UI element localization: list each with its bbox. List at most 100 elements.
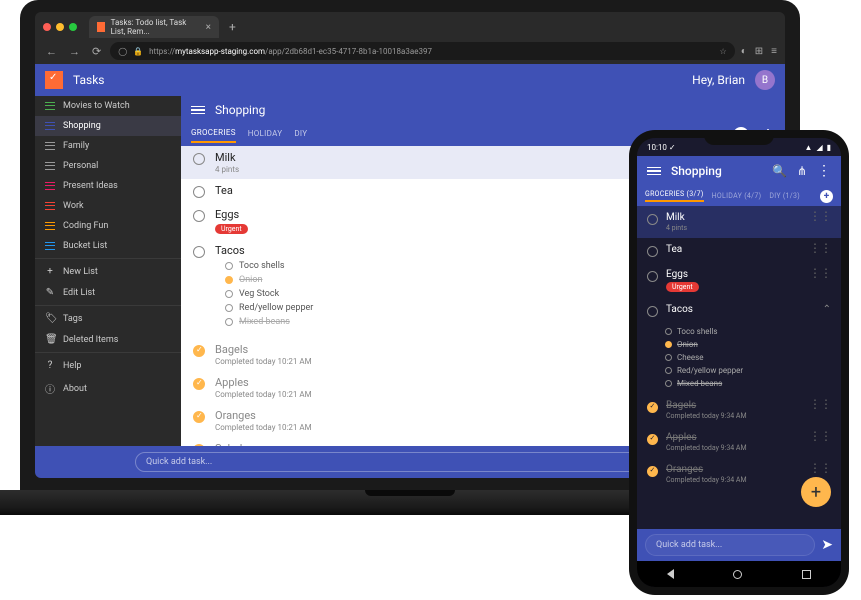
subtask-checkbox[interactable]	[665, 341, 672, 348]
subtask-checkbox[interactable]	[665, 328, 672, 335]
sidebar-action[interactable]: ?Help	[35, 355, 181, 376]
sidebar-item[interactable]: Family	[35, 136, 181, 156]
subtask-checkbox[interactable]	[225, 276, 233, 284]
sidebar-action[interactable]: 🗑Deleted Items	[35, 329, 181, 350]
checkbox[interactable]	[193, 345, 205, 357]
sidebar-item[interactable]: Bucket List	[35, 236, 181, 256]
drag-handle-icon[interactable]: ⋮⋮	[809, 212, 831, 220]
share-icon[interactable]: ⋔	[797, 164, 807, 178]
task-row[interactable]: EggsUrgent⋮⋮	[637, 263, 841, 298]
checkbox[interactable]	[193, 246, 205, 258]
checkbox[interactable]	[647, 214, 658, 225]
category-tab[interactable]: GROCERIES (3/7)	[645, 190, 704, 202]
sidebar-item[interactable]: Personal	[35, 156, 181, 176]
category-tab[interactable]: DIY	[294, 129, 307, 142]
collapse-icon[interactable]: ⌃	[823, 304, 831, 315]
category-tab[interactable]: DIY (1/3)	[769, 192, 800, 200]
new-tab-button[interactable]: +	[225, 20, 240, 34]
nav-recent-icon[interactable]	[802, 570, 811, 579]
subtask-title: Toco shells	[677, 327, 717, 336]
close-tab-icon[interactable]: ×	[206, 22, 211, 33]
subtask-checkbox[interactable]	[225, 304, 233, 312]
hamburger-icon[interactable]	[647, 167, 661, 176]
subtask-checkbox[interactable]	[665, 354, 672, 361]
send-icon[interactable]: ➤	[821, 537, 833, 553]
category-tab[interactable]: HOLIDAY	[248, 129, 283, 142]
phone-screen: 10:10 ✓ ▲ ◢ ▮ Shopping 🔍 ⋔ ⋮ GROCERIES (…	[637, 138, 841, 587]
subtask-row[interactable]: Red/yellow pepper	[665, 364, 841, 377]
checkbox[interactable]	[647, 306, 658, 317]
search-icon[interactable]: 🔍	[772, 164, 787, 178]
quick-add-input[interactable]: Quick add task...	[135, 452, 685, 472]
subtask-checkbox[interactable]	[225, 290, 233, 298]
subtask-checkbox[interactable]	[225, 318, 233, 326]
sidebar-item[interactable]: Present Ideas	[35, 176, 181, 196]
extension-icon[interactable]: ⊞	[755, 46, 763, 57]
hamburger-icon[interactable]	[191, 106, 205, 115]
forward-icon[interactable]: →	[66, 45, 83, 58]
category-tab[interactable]: GROCERIES	[191, 128, 236, 143]
fab-add-button[interactable]: +	[801, 477, 831, 507]
checkbox[interactable]	[647, 246, 658, 257]
sidebar-action[interactable]: +New List	[35, 261, 181, 282]
url-row: ← → ⟳ ◯ 🔒 https://mytasksapp-staging.com…	[35, 38, 785, 64]
drag-handle-icon[interactable]: ⋮⋮	[809, 432, 831, 440]
sidebar-item[interactable]: Coding Fun	[35, 216, 181, 236]
star-icon[interactable]: ☆	[720, 47, 727, 56]
minimize-window-icon[interactable]	[56, 23, 64, 31]
back-icon[interactable]: ←	[43, 45, 60, 58]
subtask-checkbox[interactable]	[665, 367, 672, 374]
tab-title: Tasks: Todo list, Task List, Rem...	[111, 18, 200, 36]
checkbox[interactable]	[193, 444, 205, 446]
checkbox[interactable]	[193, 378, 205, 390]
drag-handle-icon[interactable]: ⋮⋮	[809, 269, 831, 277]
extension-icon[interactable]: ◐	[741, 46, 747, 57]
sidebar-action[interactable]: ✎Edit List	[35, 282, 181, 303]
subtask-checkbox[interactable]	[665, 380, 672, 387]
checkbox[interactable]	[193, 411, 205, 423]
subtask-checkbox[interactable]	[225, 262, 233, 270]
drag-handle-icon[interactable]: ⋮⋮	[809, 400, 831, 408]
menu-icon[interactable]: ≡	[771, 46, 777, 57]
sidebar-item[interactable]: Movies to Watch	[35, 96, 181, 116]
task-row[interactable]: Tacos⌃	[637, 298, 841, 323]
drag-handle-icon[interactable]: ⋮⋮	[809, 464, 831, 472]
subtask-row[interactable]: Mixed beans	[665, 377, 841, 390]
checkbox[interactable]	[647, 434, 658, 445]
subtask-row[interactable]: Onion	[665, 338, 841, 351]
window-controls[interactable]	[43, 23, 83, 31]
checkbox[interactable]	[647, 402, 658, 413]
task-row[interactable]: Milk4 pints⋮⋮	[637, 206, 841, 238]
drag-handle-icon[interactable]: ⋮⋮	[809, 244, 831, 252]
sidebar-item[interactable]: Work	[35, 196, 181, 216]
subtask-row[interactable]: Toco shells	[665, 325, 841, 338]
quick-add-input[interactable]: Quick add task...	[645, 534, 815, 556]
checkbox[interactable]	[193, 210, 205, 222]
sidebar-item[interactable]: Shopping	[35, 116, 181, 136]
checkbox[interactable]	[647, 271, 658, 282]
nav-back-icon[interactable]	[667, 569, 674, 579]
sidebar-action[interactable]: 🏷Tags	[35, 308, 181, 329]
checkbox[interactable]	[647, 466, 658, 477]
avatar[interactable]: B	[755, 70, 775, 90]
nav-home-icon[interactable]	[733, 570, 742, 579]
checkbox[interactable]	[193, 186, 205, 198]
category-tab[interactable]: HOLIDAY (4/7)	[712, 192, 762, 200]
checkbox[interactable]	[193, 153, 205, 165]
close-window-icon[interactable]	[43, 23, 51, 31]
url-bar[interactable]: ◯ 🔒 https://mytasksapp-staging.com/app/2…	[110, 42, 735, 60]
task-row[interactable]: BagelsCompleted today 9:34 AM⋮⋮	[637, 394, 841, 426]
browser-tab[interactable]: Tasks: Todo list, Task List, Rem... ×	[89, 16, 219, 38]
task-row[interactable]: ApplesCompleted today 9:34 AM⋮⋮	[637, 426, 841, 458]
sidebar-action-label: Help	[63, 361, 81, 371]
more-icon[interactable]: ⋮	[817, 163, 831, 179]
add-tab-button[interactable]: +	[820, 190, 833, 203]
list-icon	[45, 161, 55, 171]
subtask-row[interactable]: Cheese	[665, 351, 841, 364]
sidebar-action[interactable]: ⓘAbout	[35, 376, 181, 401]
action-icon: ✎	[45, 287, 55, 298]
reload-icon[interactable]: ⟳	[89, 45, 104, 58]
task-row[interactable]: Tea⋮⋮	[637, 238, 841, 263]
sidebar-item-label: Movies to Watch	[63, 101, 130, 111]
maximize-window-icon[interactable]	[69, 23, 77, 31]
